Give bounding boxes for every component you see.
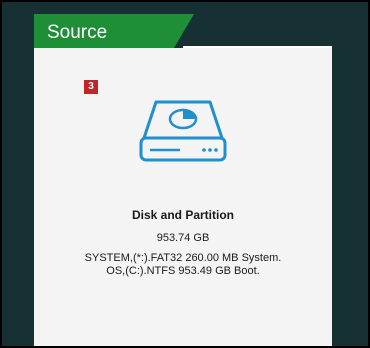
partition-list: SYSTEM,(*:).FAT32 260.00 MB System. OS,(… bbox=[34, 252, 332, 278]
disk-title: Disk and Partition bbox=[131, 208, 235, 222]
panel-title: Source bbox=[47, 22, 108, 43]
disk-info: Disk and Partition 953.74 GB SYSTEM,(*:)… bbox=[34, 207, 332, 278]
disk-size: 953.74 GB bbox=[156, 232, 210, 244]
step-badge: 3 bbox=[84, 80, 98, 94]
partition-item: SYSTEM,(*:).FAT32 260.00 MB System. bbox=[84, 252, 282, 264]
source-panel[interactable]: Source 3 Disk and Partition 953.74 GB SY… bbox=[34, 14, 332, 346]
partition-item: OS,(C:).NTFS 953.49 GB Boot. bbox=[106, 265, 260, 277]
hard-drive-icon bbox=[139, 100, 227, 162]
panel-header: Source bbox=[34, 14, 332, 57]
